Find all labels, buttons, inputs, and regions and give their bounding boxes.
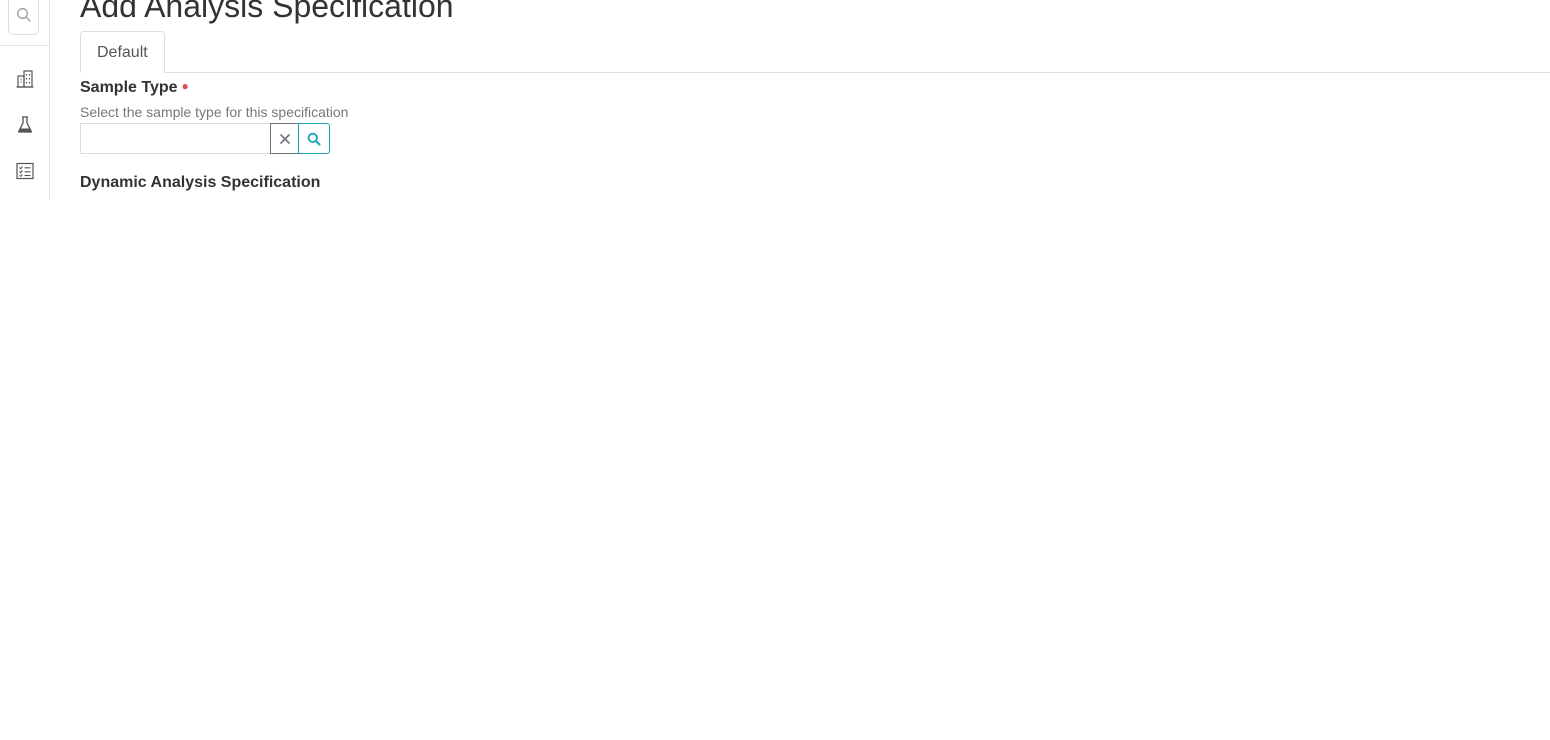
sample-type-label-text: Sample Type xyxy=(80,79,178,96)
sample-type-label: Sample Type ● xyxy=(80,76,189,98)
sidebar-item-clients[interactable] xyxy=(14,68,36,90)
sample-type-input[interactable] xyxy=(80,123,271,154)
dynamic-analysis-spec-heading: Dynamic Analysis Specification xyxy=(80,174,321,191)
close-icon xyxy=(279,133,290,144)
building-icon xyxy=(16,70,34,88)
required-indicator: ● xyxy=(181,79,189,93)
sidebar-item-worksheets[interactable] xyxy=(14,160,36,182)
sidebar-search-button[interactable] xyxy=(8,0,39,35)
clear-button[interactable] xyxy=(270,123,299,154)
sidebar xyxy=(0,0,50,200)
sidebar-divider xyxy=(0,45,49,46)
page-title: Add Analysis Specification xyxy=(80,0,454,24)
search-icon xyxy=(307,132,321,145)
flask-icon xyxy=(17,116,33,133)
checklist-icon xyxy=(16,162,34,180)
search-button[interactable] xyxy=(298,123,330,154)
search-icon xyxy=(16,7,31,22)
tab-bar: Default xyxy=(80,31,1550,73)
tab-default[interactable]: Default xyxy=(80,31,165,73)
sample-type-help: Select the sample type for this specific… xyxy=(80,104,349,120)
sidebar-item-samples[interactable] xyxy=(14,114,36,136)
